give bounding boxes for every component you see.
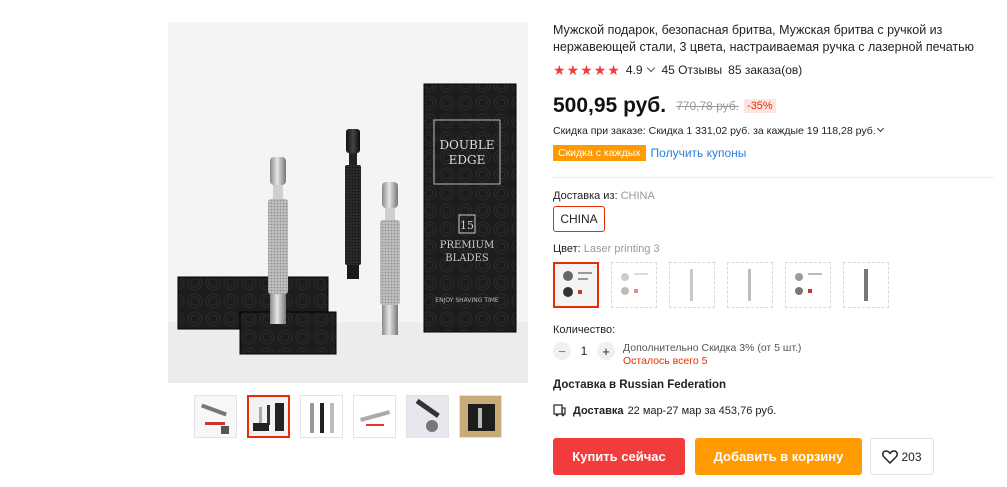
ship-from-label: Доставка из: CHINA [553,190,655,202]
star-icon: ★ [580,62,593,78]
color-swatch-6[interactable] [843,262,889,308]
orders-count: 85 заказа(ов) [728,63,803,77]
heart-icon [882,450,899,464]
order-discount-text: Скидка при заказе: Скидка 1 331,02 руб. … [553,125,876,137]
box-label-enjoy: ENJOY SHAVING TIME [435,297,499,304]
quantity-label: Количество: [553,324,616,336]
star-icon: ★ [553,62,566,78]
discount-badge: -35% [744,99,776,113]
stock-remaining: Осталось всего 5 [623,355,708,367]
delivery-label: Доставка [573,404,624,417]
thumbnail-3[interactable] [300,395,343,438]
star-icon: ★ [607,62,620,78]
quantity-plus-button[interactable]: + [597,342,615,360]
star-icon: ★ [593,62,607,78]
quantity-input[interactable]: 1 [571,344,597,358]
old-price: 770,78 руб. [676,99,740,113]
box-label-double: DOUBLE [439,138,494,152]
box-label-number: 15 [460,219,474,232]
color-swatch-1[interactable] [553,262,599,308]
order-discount[interactable]: Скидка при заказе: Скидка 1 331,02 руб. … [553,124,884,137]
delivery-row: Доставка 22 мар-27 мар за 453,76 руб. [553,404,776,417]
reviews-link[interactable]: 45 Отзывы [662,63,723,77]
delivery-heading: Доставка в Russian Federation [553,379,727,391]
color-swatch-3[interactable] [669,262,715,308]
thumbnail-4[interactable] [353,395,396,438]
coupon-row: Скидка с каждых Получить купоны [553,145,746,161]
truck-icon [553,404,566,417]
thumbnail-1[interactable] [194,395,237,438]
rating-value: 4.9 [625,63,643,77]
thumbnail-2[interactable] [247,395,290,438]
color-value: Laser printing 3 [583,243,660,255]
bulk-discount-text: Дополнительно Скидка 3% (от 5 шт.) [623,342,802,354]
box-label-edge: EDGE [449,153,486,167]
price-row: 500,95 руб. 770,78 руб. -35% [553,94,776,118]
thumbnail-6[interactable] [459,395,502,438]
ship-from-value: CHINA [620,190,655,202]
current-price: 500,95 руб. [553,94,667,117]
color-label-text: Цвет: [553,243,581,255]
divider [553,177,994,178]
ship-from-label-text: Доставка из: [553,190,618,202]
box-label-blades: BLADES [445,253,489,264]
thumbnail-5[interactable] [406,395,449,438]
rating-stars: ★ ★ ★ ★ ★ [553,63,620,77]
color-swatch-2[interactable] [611,262,657,308]
coupon-badge: Скидка с каждых [553,145,646,161]
product-title: Мужской подарок, безопасная бритва, Мужс… [553,23,975,54]
color-swatch-5[interactable] [785,262,831,308]
thumbnail-strip [194,395,502,438]
buy-now-button[interactable]: Купить сейчас [553,438,685,475]
chevron-down-icon[interactable] [646,63,655,72]
add-to-cart-button[interactable]: Добавить в корзину [695,438,862,475]
ship-from-option[interactable]: CHINA [553,206,605,232]
color-swatches [553,262,889,308]
star-icon: ★ [566,62,580,78]
get-coupons-link[interactable]: Получить купоны [651,146,747,160]
quantity-info: Дополнительно Скидка 3% (от 5 шт.) Остал… [623,342,801,368]
quantity-minus-button[interactable]: − [553,342,571,360]
product-main-image[interactable]: DOUBLE EDGE 15 PREMIUM BLADES ENJOY SHAV… [168,22,528,383]
color-swatch-4[interactable] [727,262,773,308]
chevron-down-icon [876,124,884,133]
box-label-premium: PREMIUM [440,240,494,251]
quantity-stepper: − 1 + Дополнительно Скидка 3% (от 5 шт.)… [553,342,801,367]
delivery-details: 22 мар-27 мар за 453,76 руб. [627,404,777,417]
rating-row: ★ ★ ★ ★ ★ 4.9 45 Отзывы 85 заказа(ов) [553,63,802,77]
wishlist-button[interactable]: 203 [870,438,934,475]
color-label: Цвет: Laser printing 3 [553,243,660,255]
wishlist-count: 203 [901,449,922,464]
